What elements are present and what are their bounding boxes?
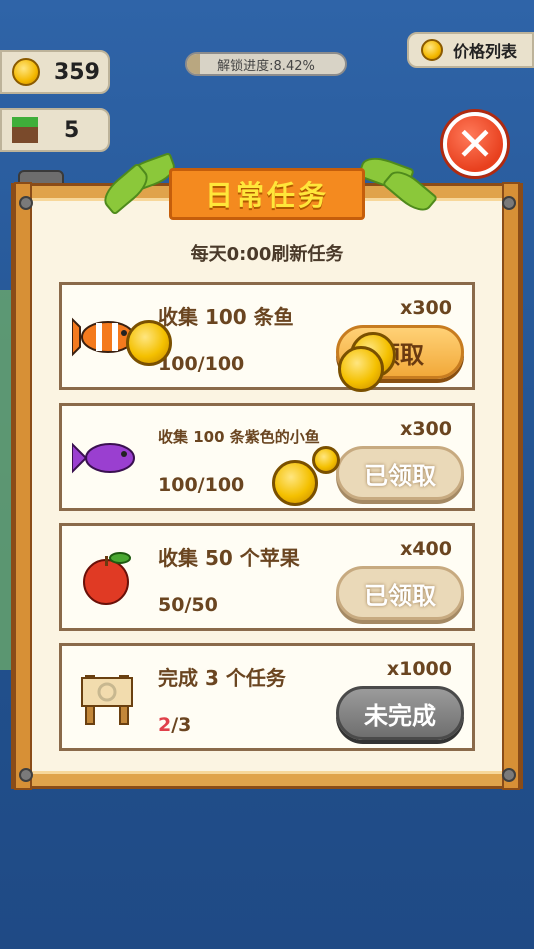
signboard-icon [81,675,133,725]
task-progress: 2/3 [158,714,191,736]
task-row: 完成 3 个任务 2/3 x1000 未完成 [59,643,475,751]
bolt [19,196,33,210]
task-progress: 100/100 [158,474,245,496]
task-progress-current: 2 [158,714,172,736]
task-progress: 50/50 [158,594,218,616]
close-icon: ✕ [455,117,495,171]
claimed-button[interactable]: 已领取 [336,566,464,620]
coin-counter: 359 [0,50,110,94]
task-reward: x1000 [386,658,452,680]
frame-post-right [502,182,520,790]
purple-fish-icon [72,442,135,474]
task-row: 收集 50 个苹果 50/50 x400 已领取 [59,523,475,631]
task-row: 收集 100 条鱼 100/100 x300 领取 [59,282,475,390]
flying-coin-icon [272,460,318,506]
block-count: 5 [64,117,80,143]
block-counter: 5 [0,108,110,152]
incomplete-button[interactable]: 未完成 [336,686,464,740]
flying-coin-icon [338,346,384,392]
task-name: 收集 50 个苹果 [158,546,300,570]
task-reward: x400 [400,538,452,560]
refresh-notice: 每天0:00刷新任务 [190,244,344,265]
apple-icon [83,552,131,605]
task-row: 收集 100 条紫色的小鱼 100/100 x300 已领取 [59,403,475,511]
frame-post-left [14,182,32,790]
bolt [19,768,33,782]
coin-icon [421,39,443,61]
price-list-label: 价格列表 [453,42,518,61]
flying-coin-icon [126,320,172,366]
unlock-progress-label: 解锁进度:8.42% [217,59,315,74]
task-name: 收集 100 条紫色的小鱼 [158,428,320,446]
task-name: 收集 100 条鱼 [158,305,294,329]
flying-coin-icon [312,446,340,474]
price-list-button[interactable]: 价格列表 [407,32,534,68]
island-strip [0,290,14,670]
bolt [502,196,516,210]
close-button[interactable]: ✕ [443,112,507,176]
coin-icon [12,58,40,86]
grass-block-icon [12,117,38,143]
claimed-button[interactable]: 已领取 [336,446,464,500]
task-name: 完成 3 个任务 [158,666,286,690]
coin-count: 359 [54,59,100,85]
task-reward: x300 [400,297,452,319]
task-progress-total: /3 [171,714,192,736]
unlock-progress-bar: 解锁进度:8.42% [185,52,347,76]
panel-title: 日常任务 [204,179,329,212]
task-reward: x300 [400,418,452,440]
task-progress: 100/100 [158,353,245,375]
bolt [502,768,516,782]
panel-title-banner: 日常任务 [169,168,365,220]
